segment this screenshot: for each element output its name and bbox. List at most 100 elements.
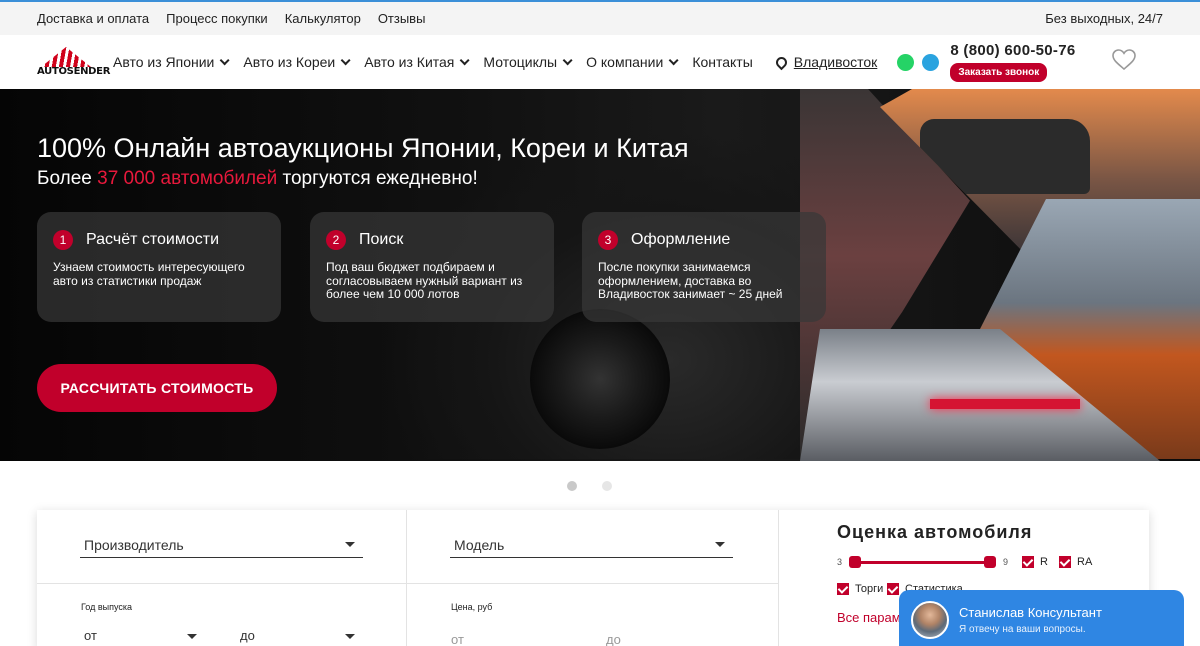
callback-button[interactable]: Заказать звонок: [950, 63, 1048, 82]
top-bar: Доставка и оплата Процесс покупки Кальку…: [0, 0, 1200, 35]
schedule-text: Без выходных, 24/7: [1045, 11, 1163, 26]
range-knob-max[interactable]: [984, 556, 996, 568]
range-max-label: 9: [1003, 557, 1009, 567]
nav-item-label: Авто из Японии: [113, 54, 215, 70]
step-number: 2: [326, 230, 346, 250]
checkbox-checked-icon: [887, 583, 899, 595]
step-number: 3: [598, 230, 618, 250]
checkbox-r[interactable]: R: [1022, 556, 1048, 568]
chat-message: Я отвечу на ваши вопросы.: [959, 624, 1086, 635]
nav-item-japan[interactable]: Авто из Японии: [113, 54, 230, 70]
step-title: Поиск: [359, 231, 404, 248]
chevron-down-icon: [340, 54, 351, 65]
city-name: Владивосток: [793, 54, 878, 70]
topbar-link-reviews[interactable]: Отзывы: [378, 11, 426, 26]
dropdown-arrow-icon: [345, 542, 355, 547]
phone-block: 8 (800) 600-50-76 Заказать звонок: [950, 42, 1075, 82]
year-to-select[interactable]: до: [240, 628, 355, 643]
model-select[interactable]: Модель: [450, 532, 733, 558]
hero-subtitle-accent: 37 000 автомобилей: [97, 168, 278, 189]
nav-item-about[interactable]: О компании: [586, 54, 679, 70]
chevron-down-icon: [668, 54, 679, 65]
dropdown-arrow-icon: [344, 634, 355, 640]
nav-item-label: Мотоциклы: [483, 54, 558, 70]
checkbox-checked-icon: [837, 583, 849, 595]
calculate-cost-button[interactable]: РАССЧИТАТЬ СТОИМОСТЬ: [37, 364, 277, 412]
step-card-search: 2 Поиск Под ваш бюджет подбираем и соглас…: [310, 212, 554, 322]
manufacturer-select-value: Производитель: [84, 536, 184, 553]
whatsapp-icon[interactable]: [897, 53, 915, 71]
range-track: [853, 561, 991, 564]
year-to-value: до: [240, 628, 255, 643]
year-label: Год выпуска: [81, 602, 132, 612]
chat-widget[interactable]: Станислав Консультант Я отвечу на ваши в…: [899, 590, 1184, 646]
tail-light: [930, 399, 1080, 409]
nav-item-label: Авто из Кореи: [243, 54, 336, 70]
filter-column-middle: Модель Цена, руб от до: [408, 510, 779, 646]
slider-dots: [567, 481, 637, 491]
step-text: После покупки занимаемся оформлением, до…: [598, 260, 783, 301]
checkbox-checked-icon: [1059, 556, 1071, 568]
price-from-input[interactable]: от: [451, 632, 464, 646]
estimate-title: Оценка автомобиля: [837, 522, 1033, 542]
dropdown-arrow-icon: [186, 634, 197, 640]
checkbox-auctions[interactable]: Торги: [837, 583, 883, 595]
checkbox-label: R: [1040, 556, 1048, 568]
nav-item-china[interactable]: Авто из Китая: [364, 54, 470, 70]
consultant-avatar: [911, 601, 949, 639]
checkbox-ra[interactable]: RA: [1059, 556, 1092, 568]
chevron-down-icon: [562, 54, 573, 65]
phone-number[interactable]: 8 (800) 600-50-76: [950, 42, 1075, 59]
price-to-input[interactable]: до: [606, 632, 621, 646]
nav-item-label: Авто из Китая: [364, 54, 455, 70]
hero-subtitle-after: торгуются ежедневно!: [277, 168, 478, 189]
grade-range-slider[interactable]: 3 9: [837, 556, 1009, 568]
nav-item-label: О компании: [586, 54, 664, 70]
step-text: Узнаем стоимость интересующего авто из с…: [53, 260, 245, 288]
hero-title: 100% Онлайн автоаукционы Японии, Кореи и…: [37, 133, 689, 163]
hero-wheel-image: [530, 309, 670, 449]
topbar-link-process[interactable]: Процесс покупки: [166, 11, 268, 26]
nav-item-motorcycles[interactable]: Мотоциклы: [483, 54, 573, 70]
manufacturer-select[interactable]: Производитель: [80, 532, 363, 558]
topbar-link-calculator[interactable]: Калькулятор: [285, 11, 361, 26]
filter-column-left: Производитель Год выпуска от до: [37, 510, 407, 646]
checkbox-label: Торги: [855, 583, 884, 595]
checkbox-checked-icon: [1022, 556, 1034, 568]
step-title: Расчёт стоимости: [86, 231, 220, 248]
filter-divider: [37, 583, 778, 584]
chevron-down-icon: [220, 54, 230, 65]
dropdown-arrow-icon: [715, 542, 725, 547]
hero-subtitle: Более 37 000 автомобилей торгуются ежедн…: [37, 168, 478, 190]
location-pin-icon: [773, 54, 790, 70]
year-from-select[interactable]: от: [84, 628, 197, 643]
checkbox-label: RA: [1077, 556, 1093, 568]
step-title: Оформление: [631, 231, 731, 248]
main-nav: Авто из Японии Авто из Кореи Авто из Кит…: [113, 54, 770, 70]
step-text: Под ваш бюджет подбираем и согласовываем…: [326, 260, 523, 301]
model-select-value: Модель: [454, 536, 505, 553]
messengers: [897, 53, 940, 71]
site-logo[interactable]: AUTOSENDER: [37, 47, 110, 77]
slider-dot[interactable]: [602, 481, 612, 491]
range-knob-min[interactable]: [849, 556, 861, 568]
step-number: 1: [53, 230, 73, 250]
chat-text: Станислав Консультант Я отвечу на ваши в…: [959, 605, 1102, 635]
range-min-label: 3: [837, 557, 843, 567]
nav-item-contacts[interactable]: Контакты: [692, 54, 752, 70]
heart-icon[interactable]: [1112, 49, 1136, 71]
logo-text: AUTOSENDER: [37, 66, 111, 77]
step-card-cost: 1 Расчёт стоимости Узнаем стоимость интер…: [37, 212, 281, 322]
logo-sun-icon: [41, 47, 91, 67]
nav-item-korea[interactable]: Авто из Кореи: [243, 54, 351, 70]
hero-banner: 100% Онлайн автоаукционы Японии, Кореи и…: [0, 89, 1200, 461]
price-label: Цена, руб: [451, 602, 493, 612]
topbar-link-delivery[interactable]: Доставка и оплата: [37, 11, 149, 26]
year-from-value: от: [84, 628, 97, 643]
step-card-registration: 3 Оформление После покупки занимаемся офо…: [582, 212, 826, 322]
slider-dot[interactable]: [567, 481, 577, 491]
city-selector[interactable]: Владивосток: [773, 54, 878, 70]
main-header: AUTOSENDER Авто из Японии Авто из Кореи …: [0, 35, 1200, 89]
telegram-icon[interactable]: [922, 53, 940, 71]
chevron-down-icon: [460, 54, 470, 65]
